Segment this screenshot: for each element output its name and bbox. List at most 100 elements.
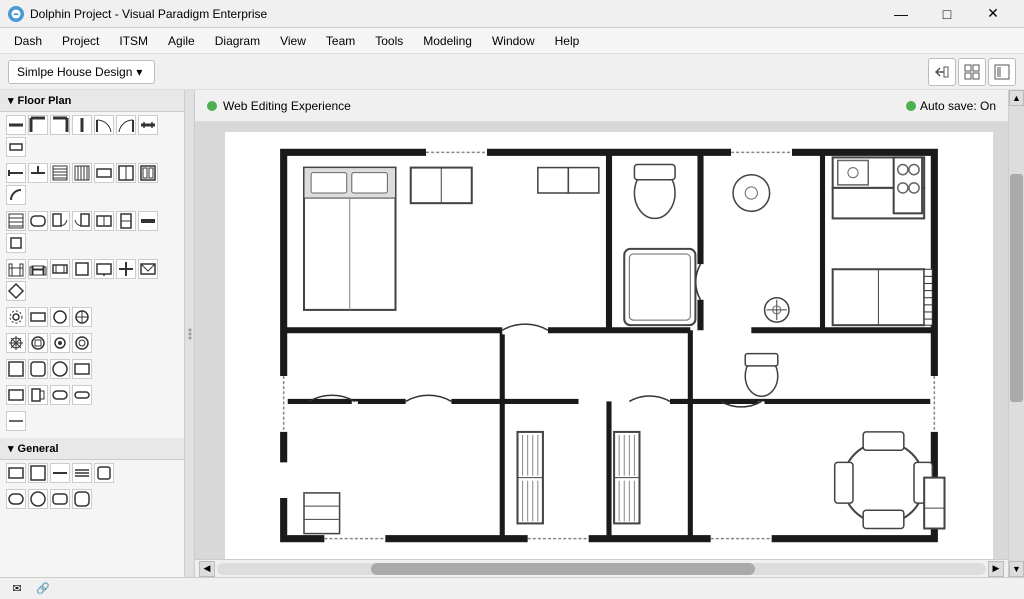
- h-scroll-thumb[interactable]: [371, 563, 756, 575]
- sym-wall-v[interactable]: [72, 115, 92, 135]
- sym-stair1[interactable]: [50, 163, 70, 183]
- floor-plan-diagram[interactable]: [225, 132, 993, 559]
- maximize-button[interactable]: □: [924, 0, 970, 28]
- menu-help[interactable]: Help: [545, 31, 590, 51]
- menu-team[interactable]: Team: [316, 31, 365, 51]
- sym-gen7[interactable]: [28, 489, 48, 509]
- sym-diamond[interactable]: [6, 281, 26, 301]
- sym-wall-h[interactable]: [6, 115, 26, 135]
- toolbar-grid-button[interactable]: [958, 58, 986, 86]
- breadcrumb-button[interactable]: Simlpe House Design ▾: [8, 60, 155, 84]
- sym-table2[interactable]: [72, 259, 92, 279]
- general-section-header[interactable]: ▾ General: [0, 438, 184, 460]
- sym-circ1[interactable]: [50, 307, 70, 327]
- menu-project[interactable]: Project: [52, 31, 109, 51]
- breadcrumb-label: Simlpe House Design: [17, 65, 132, 79]
- sym-window2[interactable]: [6, 137, 26, 157]
- canvas-tab-label: Web Editing Experience: [223, 99, 351, 113]
- sym-bathtub[interactable]: [28, 211, 48, 231]
- menu-dash[interactable]: Dash: [4, 31, 52, 51]
- menu-view[interactable]: View: [270, 31, 316, 51]
- sym-couch[interactable]: [28, 259, 48, 279]
- sym-gen4[interactable]: [72, 463, 92, 483]
- scroll-down-button[interactable]: ▼: [1009, 561, 1024, 577]
- sym-cabinet3[interactable]: [138, 163, 158, 183]
- floor-plan-arrow: ▾: [8, 94, 14, 107]
- sym-wall-corner1[interactable]: [28, 115, 48, 135]
- sym-door4[interactable]: [72, 211, 92, 231]
- sym-wall-l[interactable]: [6, 163, 26, 183]
- sym-door2[interactable]: [116, 115, 136, 135]
- sym-r5[interactable]: [6, 385, 26, 405]
- toolbar-view-button[interactable]: [988, 58, 1016, 86]
- sym-sofa[interactable]: [6, 259, 26, 279]
- sym-gen1[interactable]: [6, 463, 26, 483]
- sym-cross[interactable]: [116, 259, 136, 279]
- sym-gen6[interactable]: [6, 489, 26, 509]
- sym-gen5[interactable]: [94, 463, 114, 483]
- general-label: General: [18, 443, 59, 455]
- sym-circ4[interactable]: [72, 333, 92, 353]
- sym-envelope[interactable]: [138, 259, 158, 279]
- sym-door1[interactable]: [94, 115, 114, 135]
- sym-rect1[interactable]: [28, 307, 48, 327]
- sym-curve[interactable]: [6, 185, 26, 205]
- sym-table[interactable]: [50, 259, 70, 279]
- menu-tools[interactable]: Tools: [365, 31, 413, 51]
- symbol-row-3: [0, 208, 184, 256]
- close-button[interactable]: ✕: [970, 0, 1016, 28]
- sym-wall-corner2[interactable]: [50, 115, 70, 135]
- sym-circ3[interactable]: [50, 333, 70, 353]
- canvas-area: Web Editing Experience Auto save: On: [195, 90, 1008, 577]
- sym-gen2[interactable]: [28, 463, 48, 483]
- sym-stair2[interactable]: [72, 163, 92, 183]
- minimize-button[interactable]: —: [878, 0, 924, 28]
- scroll-left-button[interactable]: ◀: [199, 561, 215, 577]
- sym-r3[interactable]: [50, 359, 70, 379]
- sym-cabinet2[interactable]: [116, 163, 136, 183]
- title-text: Dolphin Project - Visual Paradigm Enterp…: [30, 7, 267, 21]
- menu-agile[interactable]: Agile: [158, 31, 205, 51]
- h-scroll-track[interactable]: [217, 563, 986, 575]
- link-icon[interactable]: 🔗: [34, 580, 52, 598]
- sym-star[interactable]: [6, 333, 26, 353]
- sym-r4[interactable]: [72, 359, 92, 379]
- menu-itsm[interactable]: ITSM: [109, 31, 158, 51]
- sym-door3[interactable]: [50, 211, 70, 231]
- scroll-up-button[interactable]: ▲: [1009, 90, 1024, 106]
- symbol-row-5: [0, 304, 184, 330]
- v-scroll-thumb[interactable]: [1010, 174, 1023, 402]
- sym-stairs3[interactable]: [6, 211, 26, 231]
- sym-circ2[interactable]: [72, 307, 92, 327]
- sym-wall2[interactable]: [138, 211, 158, 231]
- sym-r8[interactable]: [72, 385, 92, 405]
- sym-gen3[interactable]: [50, 463, 70, 483]
- canvas-content[interactable]: [195, 122, 1008, 559]
- sym-gear[interactable]: [6, 307, 26, 327]
- panel-divider[interactable]: [185, 90, 195, 577]
- sym-box1[interactable]: [6, 233, 26, 253]
- sym-r7[interactable]: [50, 385, 70, 405]
- canvas-tab[interactable]: Web Editing Experience: [207, 99, 351, 113]
- sym-gen9[interactable]: [72, 489, 92, 509]
- floor-plan-section-header[interactable]: ▾ Floor Plan: [0, 90, 184, 112]
- sym-window4[interactable]: [116, 211, 136, 231]
- sym-wall-t[interactable]: [28, 163, 48, 183]
- sym-clock[interactable]: [28, 333, 48, 353]
- sym-cabinet1[interactable]: [94, 163, 114, 183]
- sym-tv[interactable]: [94, 259, 114, 279]
- sym-gen8[interactable]: [50, 489, 70, 509]
- sym-r1[interactable]: [6, 359, 26, 379]
- toolbar-back-button[interactable]: [928, 58, 956, 86]
- sym-r6[interactable]: [28, 385, 48, 405]
- scroll-right-button[interactable]: ▶: [988, 561, 1004, 577]
- sym-r2[interactable]: [28, 359, 48, 379]
- v-scroll-track[interactable]: [1009, 106, 1024, 561]
- menu-modeling[interactable]: Modeling: [413, 31, 482, 51]
- sym-line1[interactable]: [6, 411, 26, 431]
- email-icon[interactable]: ✉: [8, 580, 26, 598]
- menu-window[interactable]: Window: [482, 31, 545, 51]
- sym-window1[interactable]: [138, 115, 158, 135]
- sym-window3[interactable]: [94, 211, 114, 231]
- menu-diagram[interactable]: Diagram: [205, 31, 270, 51]
